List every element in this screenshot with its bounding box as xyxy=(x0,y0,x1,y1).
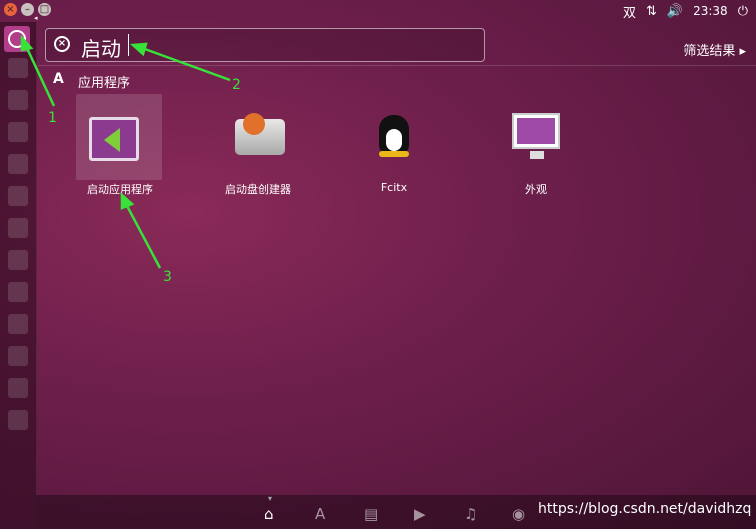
category-title: 应用程序 xyxy=(78,76,131,91)
clock[interactable]: 23:38 xyxy=(693,4,728,18)
window-close-button[interactable]: × xyxy=(4,3,17,16)
photo-lens-icon[interactable]: ◉ xyxy=(512,505,525,523)
ubuntu-logo-icon xyxy=(8,30,26,48)
dash-home-button[interactable] xyxy=(4,26,30,52)
editor-launcher-icon[interactable] xyxy=(8,282,28,302)
app-label: Fcitx xyxy=(380,181,408,194)
terminal-launcher-icon[interactable] xyxy=(8,314,28,334)
divider xyxy=(38,65,756,66)
monitor-icon xyxy=(512,113,560,159)
home-lens-icon[interactable]: ⌂ xyxy=(264,505,274,523)
annotation-2: 2 xyxy=(232,77,241,93)
app-label: 外观 xyxy=(525,183,547,196)
search-input[interactable]: × 启动 xyxy=(45,28,485,62)
clear-search-icon[interactable]: × xyxy=(54,36,70,52)
arrow-3 xyxy=(124,203,162,269)
watermark: https://blog.csdn.net/davidhzq xyxy=(538,501,752,517)
app-label: 启动应用程序 xyxy=(87,183,153,196)
applications-lens-icon[interactable]: A xyxy=(315,505,325,523)
calc-launcher-icon[interactable] xyxy=(8,154,28,174)
files-launcher-icon[interactable] xyxy=(8,58,28,78)
writer-launcher-icon[interactable] xyxy=(8,122,28,142)
input-method-indicator[interactable]: 双 xyxy=(623,2,636,21)
amazon-launcher-icon[interactable] xyxy=(8,410,28,430)
annotation-3: 3 xyxy=(163,269,172,285)
app-launcher-icon[interactable] xyxy=(8,378,28,398)
power-icon[interactable]: ⏻ xyxy=(738,4,748,19)
video-lens-icon[interactable]: ▶ xyxy=(414,505,426,523)
music-lens-icon[interactable]: ♫ xyxy=(464,505,477,523)
window-maximize-button[interactable]: □ xyxy=(38,3,51,16)
files-lens-icon[interactable]: ▤ xyxy=(364,505,378,523)
app-label: 启动盘创建器 xyxy=(225,183,291,196)
filter-results-button[interactable]: 筛选结果 ▸ xyxy=(683,40,746,59)
text-caret xyxy=(128,34,129,56)
applications-category-icon: A xyxy=(53,71,64,87)
annotation-1: 1 xyxy=(48,110,57,126)
settings-launcher-icon[interactable] xyxy=(8,250,28,270)
dash-active-pip-icon: ◂ xyxy=(34,14,38,22)
top-panel: × – □ 双 ⇅ 🔊 23:38 ⏻ xyxy=(0,0,756,22)
impress-launcher-icon[interactable] xyxy=(8,186,28,206)
launcher xyxy=(0,22,37,529)
system-tray: 双 ⇅ 🔊 23:38 ⏻ xyxy=(623,2,748,21)
window-launcher-icon[interactable] xyxy=(8,346,28,366)
volume-icon[interactable]: 🔊 xyxy=(667,4,683,19)
window-minimize-button[interactable]: – xyxy=(21,3,34,16)
firefox-launcher-icon[interactable] xyxy=(8,90,28,110)
startup-disk-creator-icon xyxy=(235,113,285,155)
search-query[interactable]: 启动 xyxy=(81,33,121,62)
startup-applications-icon xyxy=(89,117,139,161)
network-icon[interactable]: ⇅ xyxy=(646,4,657,19)
software-center-launcher-icon[interactable] xyxy=(8,218,28,238)
